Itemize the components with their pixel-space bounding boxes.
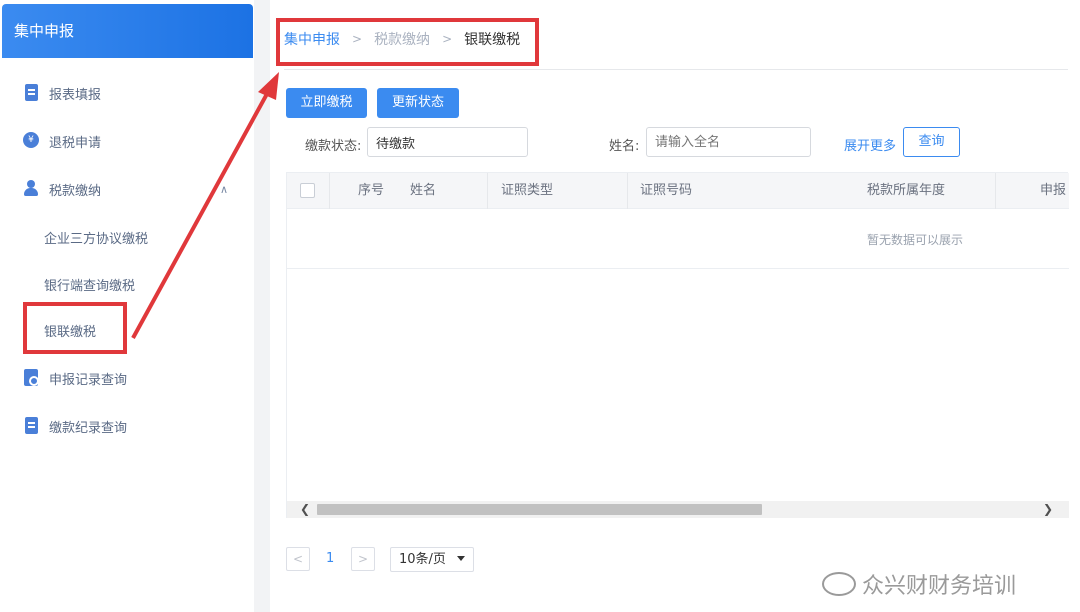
annotation-arrow bbox=[131, 72, 279, 339]
weibo-logo-icon bbox=[822, 572, 856, 596]
app-root: 集中申报 报表填报 ¥ 退税申请 税款缴纳 ∧ 企业三方协议缴税 银行端查询缴税… bbox=[0, 0, 1080, 612]
watermark: 众兴财财务培训 bbox=[822, 568, 1016, 600]
watermark-text: 众兴财财务培训 bbox=[862, 574, 1017, 599]
